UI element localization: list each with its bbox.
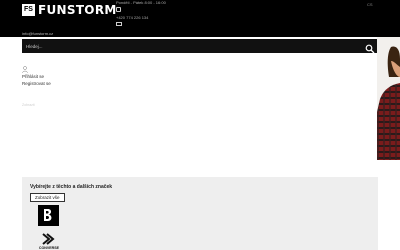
- register-link[interactable]: Registrovat se: [22, 81, 51, 86]
- faint-link[interactable]: Zobrazit: [22, 103, 35, 107]
- site-logo[interactable]: FS FUNSTORM: [22, 3, 117, 17]
- email-link[interactable]: info@funstorm.cz: [22, 31, 53, 36]
- top-header: FS FUNSTORM Pondělí - Pátek 8:00 - 16:00…: [0, 0, 400, 37]
- brands-section: Vybírejte z těchto a dalších značek Zobr…: [22, 177, 378, 250]
- user-icon: [22, 66, 28, 73]
- login-link[interactable]: Přihlásit se: [22, 74, 44, 79]
- search-bar: [22, 39, 378, 54]
- converse-logo-icon: CONVERSE: [39, 233, 60, 250]
- opening-hours: Pondělí - Pátek 8:00 - 16:00: [116, 0, 166, 5]
- phone-icon: [116, 7, 121, 12]
- logo-mark: FS: [22, 4, 35, 16]
- hero-photo: [377, 37, 400, 160]
- brand-logo-burton[interactable]: [38, 205, 59, 226]
- mail-icon: [116, 22, 122, 26]
- brand-logo-converse[interactable]: CONVERSE: [36, 232, 62, 250]
- show-all-button[interactable]: Zobrazit vše: [30, 193, 65, 202]
- language-switcher[interactable]: CS: [367, 2, 373, 7]
- converse-logo-text: CONVERSE: [39, 246, 60, 250]
- phone-number[interactable]: +420 774 226 134: [116, 15, 148, 20]
- brands-title: Vybírejte z těchto a dalších značek: [30, 184, 113, 190]
- search-button[interactable]: [365, 41, 375, 54]
- burton-logo-icon: [44, 209, 52, 221]
- search-input[interactable]: [26, 41, 356, 51]
- search-icon: [365, 44, 375, 54]
- logo-text: FUNSTORM: [38, 3, 117, 17]
